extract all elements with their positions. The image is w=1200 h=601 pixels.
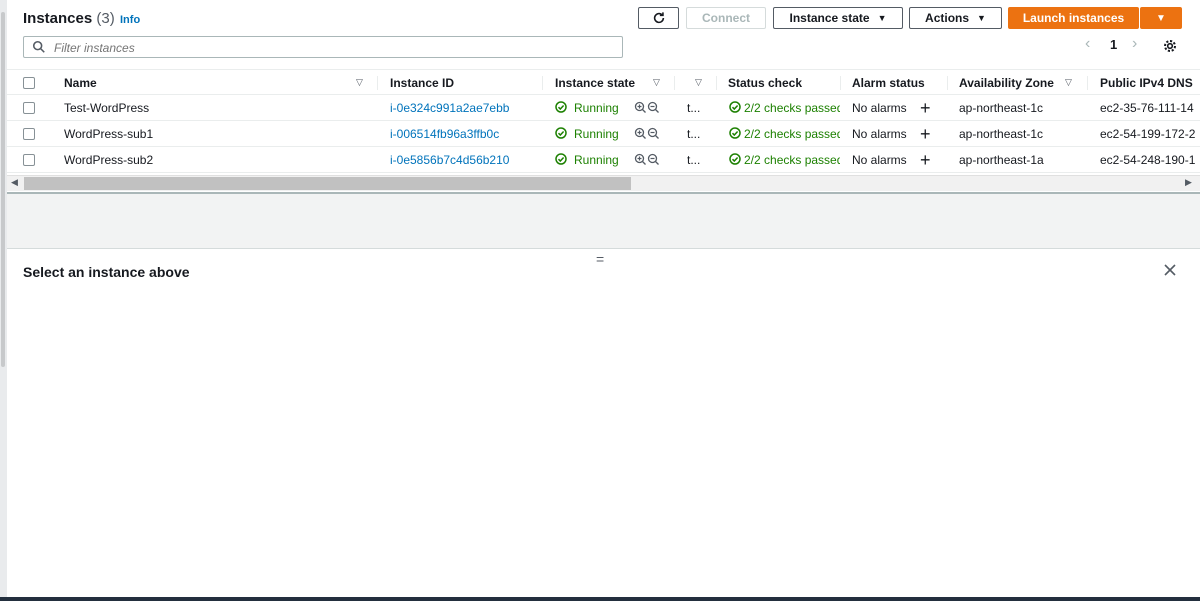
sort-icon[interactable]: ▽ (356, 77, 363, 88)
chevron-left-icon[interactable]: ‹ (1085, 35, 1090, 53)
caret-down-icon: ▼ (877, 13, 887, 23)
check-circle-icon (555, 101, 567, 113)
gear-icon[interactable] (1162, 38, 1178, 54)
chevron-right-icon[interactable]: › (1132, 35, 1137, 53)
title-text: Instances (23, 10, 93, 27)
availability-zone-value: ap-northeast-1c (959, 101, 1044, 115)
availability-zone-value: ap-northeast-1c (959, 127, 1044, 141)
column-divider[interactable] (674, 76, 675, 90)
check-circle-icon (555, 127, 567, 139)
instance-state-value: Running (574, 127, 619, 141)
column-divider[interactable] (377, 76, 378, 90)
zoom-in-zoom-out-icon[interactable] (634, 153, 660, 166)
refresh-button[interactable] (638, 7, 679, 29)
scroll-left-arrow-icon[interactable]: ◀ (11, 177, 18, 188)
check-circle-icon (729, 153, 741, 165)
column-divider[interactable] (840, 76, 841, 90)
row-checkbox[interactable] (23, 102, 35, 114)
plus-icon[interactable]: + (920, 98, 931, 119)
alarm-status-value: No alarms (852, 101, 907, 115)
availability-zone-value: ap-northeast-1a (959, 153, 1044, 167)
empty-area (7, 194, 1200, 248)
instance-name: Test-WordPress (64, 101, 150, 115)
resize-handle-icon[interactable]: = (596, 251, 604, 267)
filter-box[interactable] (23, 36, 623, 58)
column-divider[interactable] (1087, 76, 1088, 90)
column-divider[interactable] (947, 76, 948, 90)
public-dns-value: ec2-54-248-190-1 (1100, 153, 1196, 167)
column-divider[interactable] (716, 76, 717, 90)
status-check-value: 2/2 checks passed (744, 101, 840, 115)
info-link[interactable]: Info (120, 14, 140, 26)
status-check-value: 2/2 checks passed (744, 127, 840, 141)
instance-type-value: t... (687, 127, 701, 141)
detail-panel-title: Select an instance above (23, 264, 190, 280)
actions-dropdown[interactable]: Actions ▼ (909, 7, 1002, 29)
left-edge-scrollbar[interactable] (0, 0, 7, 601)
instance-name: WordPress-sub2 (64, 153, 154, 167)
zoom-in-zoom-out-icon[interactable] (634, 127, 660, 140)
instance-count: (3) (96, 10, 115, 27)
connect-button[interactable]: Connect (686, 7, 766, 29)
scroll-right-arrow-icon[interactable]: ▶ (1185, 177, 1192, 188)
zoom-in-zoom-out-icon[interactable] (634, 101, 660, 114)
bottom-border (0, 597, 1200, 601)
launch-options-dropdown[interactable]: ▼ (1140, 7, 1182, 29)
instance-id-link[interactable]: i-0e5856b7c4d56b210 (390, 153, 509, 167)
alarm-status-value: No alarms (852, 153, 907, 167)
public-dns-value: ec2-54-199-172-2 (1100, 127, 1196, 141)
actions-label: Actions (925, 11, 970, 25)
table-row[interactable]: WordPress-sub1 i-006514fb96a3ffb0c Runni… (7, 121, 1200, 147)
status-check-value: 2/2 checks passed (744, 153, 840, 167)
row-checkbox[interactable] (23, 128, 35, 140)
column-header-name[interactable]: Name (64, 76, 97, 90)
check-circle-icon (729, 101, 741, 113)
caret-down-icon: ▼ (1156, 12, 1166, 24)
select-all-checkbox[interactable] (23, 77, 35, 89)
column-header-status-check[interactable]: Status check (728, 76, 802, 90)
instance-state-value: Running (574, 153, 619, 167)
sort-icon[interactable]: ▽ (653, 77, 660, 88)
close-icon[interactable] (1164, 264, 1176, 276)
column-header-instance-id[interactable]: Instance ID (390, 76, 454, 90)
search-icon (32, 40, 45, 53)
horizontal-scrollbar[interactable]: ◀ ▶ (7, 175, 1200, 191)
public-dns-value: ec2-35-76-111-14 (1100, 101, 1194, 115)
column-divider[interactable] (542, 76, 543, 90)
scroll-thumb[interactable] (24, 177, 631, 190)
table-row[interactable]: WordPress-sub2 i-0e5856b7c4d56b210 Runni… (7, 147, 1200, 173)
page-number[interactable]: 1 (1110, 37, 1117, 52)
sort-icon[interactable]: ▽ (695, 77, 702, 88)
alarm-status-value: No alarms (852, 127, 907, 141)
check-circle-icon (729, 127, 741, 139)
instance-id-link[interactable]: i-006514fb96a3ffb0c (390, 127, 499, 141)
column-header-public-dns[interactable]: Public IPv4 DNS (1100, 76, 1193, 90)
row-checkbox[interactable] (23, 154, 35, 166)
instance-state-label: Instance state (789, 11, 870, 25)
refresh-icon (653, 12, 664, 24)
instance-id-link[interactable]: i-0e324c991a2ae7ebb (390, 101, 509, 115)
table-header: Name ▽ Instance ID Instance state ▽ ▽ St… (7, 69, 1200, 95)
detail-panel: = Select an instance above (7, 248, 1200, 598)
filter-input[interactable] (52, 38, 616, 58)
column-header-alarm-status[interactable]: Alarm status (852, 76, 925, 90)
left-scroll-thumb[interactable] (1, 12, 5, 367)
plus-icon[interactable]: + (920, 124, 931, 145)
column-header-instance-state[interactable]: Instance state (555, 76, 635, 90)
plus-icon[interactable]: + (920, 150, 931, 171)
table-row[interactable]: Test-WordPress i-0e324c991a2ae7ebb Runni… (7, 95, 1200, 121)
caret-down-icon: ▼ (977, 13, 986, 23)
check-circle-icon (555, 153, 567, 165)
column-header-availability-zone[interactable]: Availability Zone (959, 76, 1054, 90)
instance-state-value: Running (574, 101, 619, 115)
instance-type-value: t... (687, 153, 701, 167)
launch-instances-button[interactable]: Launch instances (1008, 7, 1139, 29)
instance-state-dropdown[interactable]: Instance state ▼ (773, 7, 903, 29)
instance-type-value: t... (687, 101, 701, 115)
instances-panel: Instances (3) Info Connect Instance stat… (7, 0, 1200, 192)
instance-name: WordPress-sub1 (64, 127, 154, 141)
sort-icon[interactable]: ▽ (1065, 77, 1072, 88)
page-title: Instances (3) (23, 10, 115, 27)
